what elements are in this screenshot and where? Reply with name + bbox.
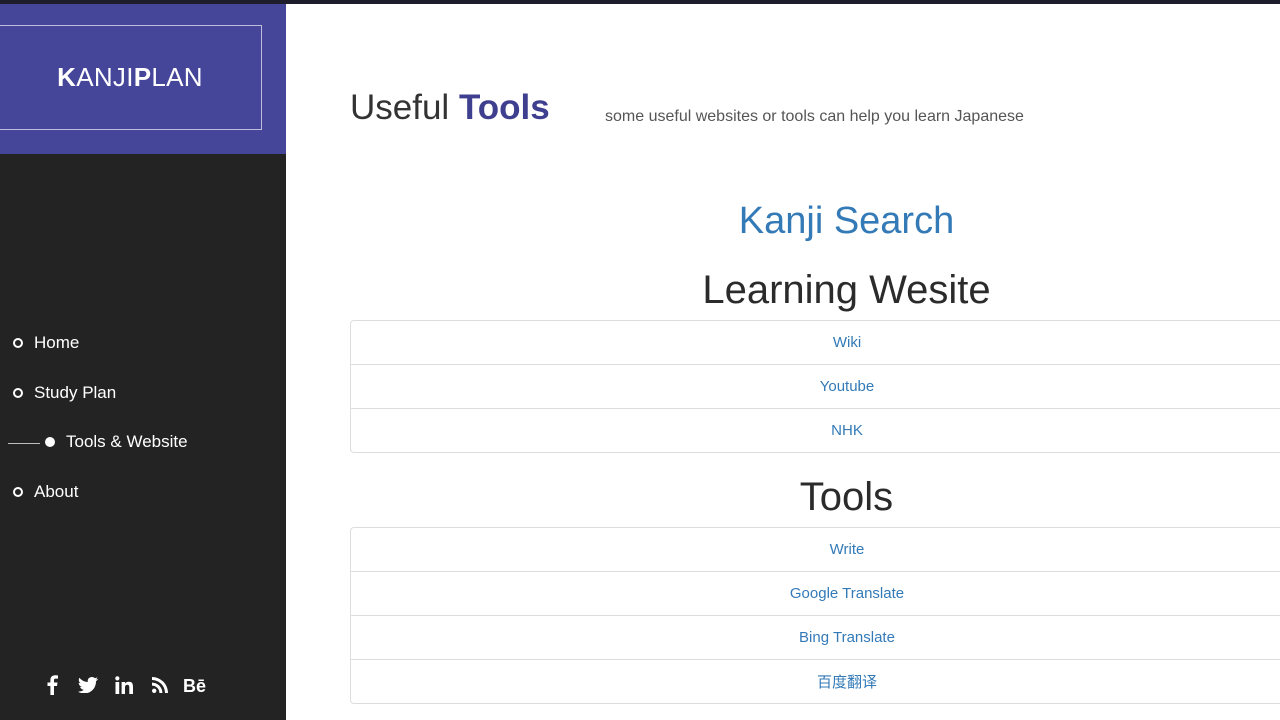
learning-website-heading: Learning Wesite [702,268,991,312]
learning-website-list: Wiki Youtube NHK [350,320,1280,453]
nav-item-label: Home [34,333,80,352]
brand-header: KANJIPLAN [0,4,286,154]
link-google-translate[interactable]: Google Translate [350,572,1280,616]
sidebar-nav: Home Study Plan Tools & Website About [0,324,286,522]
nav-item-label: About [34,481,79,501]
bullet-icon [13,338,23,348]
link-write[interactable]: Write [350,527,1280,572]
nav-item-study-plan[interactable]: Study Plan [0,374,286,424]
rss-icon[interactable] [142,672,178,698]
link-baidu-translate[interactable]: 百度翻译 [350,660,1280,704]
social-links: Bē [34,672,214,698]
link-youtube[interactable]: Youtube [350,365,1280,409]
page-title: Useful Tools [350,88,550,128]
bullet-icon [13,387,23,398]
tools-list: Write Google Translate Bing Translate 百度… [350,527,1280,704]
nav-item-label: Study Plan [34,382,117,402]
page-subtitle: some useful websites or tools can help y… [605,108,1024,125]
bullet-icon [45,437,55,447]
page-title-plain: Useful [350,88,450,127]
kanji-search-link[interactable]: Kanji Search [350,200,1280,243]
nav-item-about[interactable]: About [0,473,286,523]
link-wiki[interactable]: Wiki [350,320,1280,365]
link-nhk[interactable]: NHK [350,409,1280,453]
twitter-icon[interactable] [70,672,106,698]
facebook-icon[interactable] [34,672,70,698]
main-content: Useful Tools some useful websites or too… [286,4,1280,720]
brand-logo[interactable]: KANJIPLAN [0,25,262,130]
active-indicator-line [8,443,40,444]
nav-item-label: Tools & Website [66,432,188,451]
behance-icon[interactable]: Bē [178,672,214,698]
brand-text: KANJIPLAN [57,62,203,92]
link-bing-translate[interactable]: Bing Translate [350,616,1280,660]
bullet-icon [13,486,23,497]
svg-text:Bē: Bē [183,676,206,694]
nav-item-home[interactable]: Home [0,324,286,374]
nav-item-tools-website[interactable]: Tools & Website [0,423,286,473]
page-title-highlight: Tools [458,88,550,127]
linkedin-icon[interactable] [106,672,142,698]
tools-heading: Tools [799,475,894,519]
sidebar: KANJIPLAN Home Study Plan Tools & Websit… [0,4,286,720]
